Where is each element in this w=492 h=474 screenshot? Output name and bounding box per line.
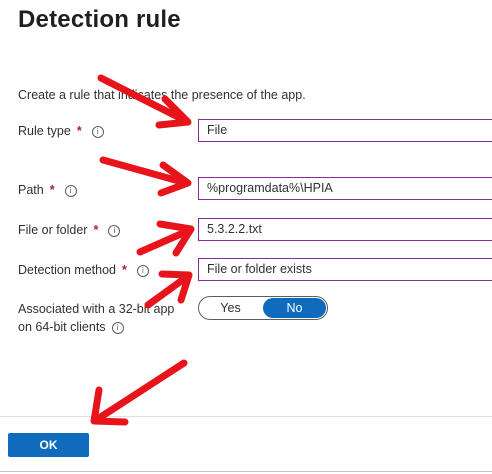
file-or-folder-label-row: File or folder * i [18, 223, 121, 238]
rule-type-label-row: Rule type * i [18, 124, 104, 139]
rule-type-label: Rule type [18, 124, 71, 138]
required-marker: * [121, 263, 127, 277]
file-or-folder-input[interactable]: 5.3.2.2.txt [198, 218, 492, 241]
required-marker: * [76, 124, 82, 138]
info-icon[interactable]: i [136, 264, 149, 277]
path-label-row: Path * i [18, 183, 77, 198]
detection-rule-panel: Detection rule Create a rule that indica… [0, 0, 492, 474]
bottom-divider [0, 471, 492, 472]
info-icon[interactable]: i [91, 125, 104, 138]
red-arrow-icon [90, 359, 188, 426]
info-icon[interactable]: i [111, 321, 124, 334]
toggle-option-yes[interactable]: Yes [199, 297, 262, 319]
required-marker: * [93, 223, 99, 237]
red-arrow-icon [136, 220, 195, 257]
associated-32bit-label-line2-row: on 64-bit clients i [18, 320, 124, 335]
detection-method-label: Detection method [18, 263, 116, 277]
rule-description: Create a rule that indicates the presenc… [18, 88, 306, 102]
toggle-option-no[interactable]: No [263, 298, 326, 318]
required-marker: * [49, 183, 55, 197]
red-arrow-icon [99, 156, 192, 197]
associated-32bit-label-line2: on 64-bit clients [18, 320, 106, 334]
detection-method-label-row: Detection method * i [18, 263, 149, 278]
associated-32bit-label-block: Associated with a 32-bit app on 64-bit c… [18, 302, 174, 335]
file-or-folder-label: File or folder [18, 223, 88, 237]
detection-method-dropdown[interactable]: File or folder exists [198, 258, 492, 281]
path-input[interactable]: %programdata%\HPIA [198, 177, 492, 200]
associated-32bit-toggle[interactable]: Yes No [198, 296, 328, 320]
footer-divider [0, 416, 492, 417]
red-arrow-icon [144, 270, 193, 309]
info-icon[interactable]: i [64, 184, 77, 197]
page-title: Detection rule [18, 6, 181, 33]
associated-32bit-label-line1: Associated with a 32-bit app [18, 302, 175, 316]
ok-button[interactable]: OK [8, 433, 89, 457]
rule-type-dropdown[interactable]: File [198, 119, 492, 142]
info-icon[interactable]: i [108, 224, 121, 237]
path-label: Path [18, 183, 44, 197]
